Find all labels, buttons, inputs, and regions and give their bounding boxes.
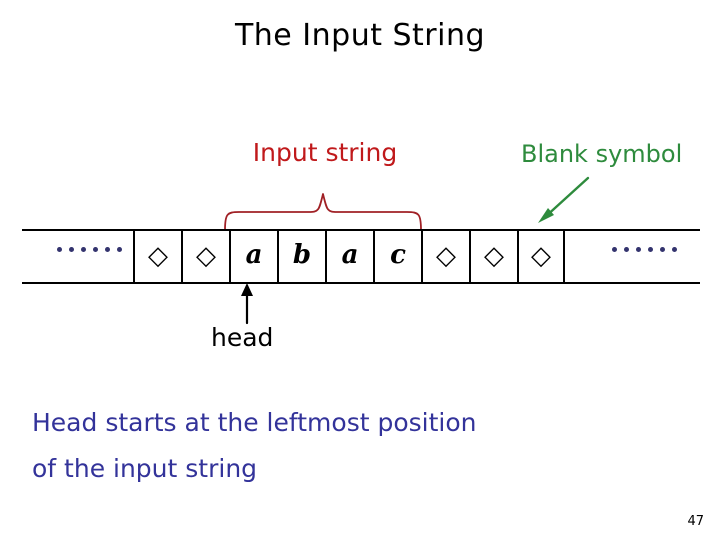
ellipsis-dot bbox=[105, 247, 110, 252]
tape-cell: ◇ bbox=[469, 230, 517, 283]
blank-symbol-label: Blank symbol bbox=[521, 140, 683, 168]
head-arrow-icon bbox=[241, 283, 253, 325]
tape-cell-symbol: ◇ bbox=[196, 240, 216, 271]
ellipsis-dot bbox=[93, 247, 98, 252]
slide-canvas: The Input String Input string Blank symb… bbox=[0, 0, 720, 540]
tape-cell-symbol: a bbox=[341, 239, 359, 270]
ellipsis-dot bbox=[57, 247, 62, 252]
ellipsis-dot bbox=[612, 247, 617, 252]
tape-cell-symbol: a bbox=[245, 239, 263, 270]
input-string-brace-icon bbox=[224, 193, 422, 231]
ellipsis-dot bbox=[624, 247, 629, 252]
body-text-line-1: Head starts at the leftmost position bbox=[32, 408, 477, 437]
body-text: Head starts at the leftmost position of … bbox=[32, 400, 672, 492]
ellipsis-dot bbox=[117, 247, 122, 252]
turing-machine-tape: ◇ ◇ a b a c ◇ ◇ ◇ bbox=[22, 229, 700, 284]
input-string-label: Input string bbox=[252, 138, 398, 167]
ellipsis-dot bbox=[660, 247, 665, 252]
page-title: The Input String bbox=[234, 18, 486, 53]
ellipsis-dot bbox=[672, 247, 677, 252]
ellipsis-dot bbox=[81, 247, 86, 252]
page-number: 47 bbox=[687, 514, 704, 529]
tape-right-ellipsis bbox=[612, 247, 677, 252]
tape-cell: b bbox=[277, 230, 325, 283]
tape-cell-symbol: b bbox=[292, 239, 312, 270]
tape-cell: ◇ bbox=[421, 230, 469, 283]
tape-cell-symbol: ◇ bbox=[436, 240, 456, 271]
tape-cell: c bbox=[373, 230, 421, 283]
tape-cell-symbol: ◇ bbox=[484, 240, 504, 271]
tape-cell-symbol: c bbox=[390, 239, 406, 270]
body-text-line-2: of the input string bbox=[32, 454, 258, 483]
tape-cell-head: a bbox=[229, 230, 277, 283]
blank-symbol-arrow-icon bbox=[538, 176, 590, 223]
tape-cell: ◇ bbox=[181, 230, 229, 283]
ellipsis-dot bbox=[648, 247, 653, 252]
tape-left-ellipsis bbox=[57, 247, 122, 252]
tape-cell: a bbox=[325, 230, 373, 283]
ellipsis-dot bbox=[69, 247, 74, 252]
ellipsis-dot bbox=[636, 247, 641, 252]
tape-cell: ◇ bbox=[517, 230, 565, 283]
tape-cell-symbol: ◇ bbox=[148, 240, 168, 271]
head-label: head bbox=[211, 323, 274, 352]
tape-cell-symbol: ◇ bbox=[531, 240, 551, 271]
tape-cell: ◇ bbox=[133, 230, 181, 283]
